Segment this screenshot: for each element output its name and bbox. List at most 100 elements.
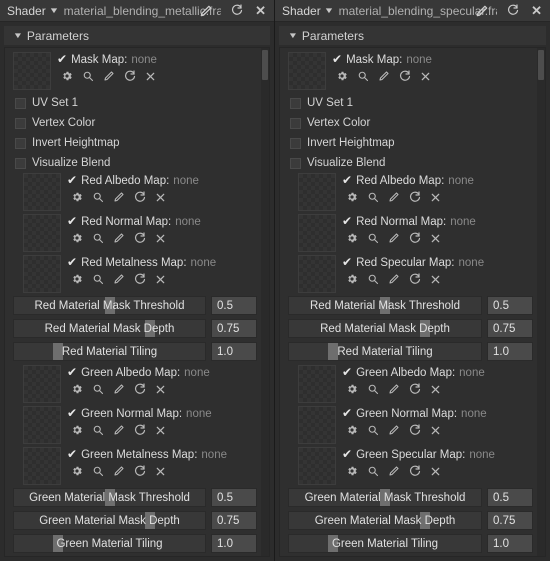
checkbox-box[interactable]	[290, 117, 301, 129]
pencil-icon[interactable]	[103, 70, 115, 82]
map-thumbnail[interactable]	[298, 447, 336, 485]
gear-icon[interactable]	[71, 232, 83, 244]
gear-icon[interactable]	[61, 70, 73, 82]
map-enabled-check[interactable]: ✔	[332, 53, 342, 65]
reload-icon[interactable]	[134, 383, 146, 395]
map-thumbnail[interactable]	[298, 173, 336, 211]
clear-icon[interactable]	[145, 71, 156, 82]
pencil-icon[interactable]	[388, 424, 400, 436]
slider-value-field[interactable]: 1.0	[211, 534, 257, 553]
slider-value-field[interactable]: 0.75	[211, 511, 257, 530]
chevron-down-icon[interactable]: ▼	[48, 6, 59, 15]
reload-icon[interactable]	[409, 424, 421, 436]
gear-icon[interactable]	[71, 383, 83, 395]
pencil-icon[interactable]	[113, 465, 125, 477]
map-thumbnail[interactable]	[23, 214, 61, 252]
search-icon[interactable]	[367, 383, 379, 395]
checkbox-box[interactable]	[290, 97, 301, 109]
reload-shader-icon[interactable]	[505, 3, 521, 18]
map-enabled-check[interactable]: ✔	[67, 407, 77, 419]
checkbox-box[interactable]	[290, 137, 301, 149]
search-icon[interactable]	[92, 191, 104, 203]
slider-track[interactable]: Red Material Mask Depth	[13, 319, 206, 338]
checkbox-row[interactable]: Vertex Color	[13, 113, 257, 133]
checkbox-box[interactable]	[15, 137, 26, 149]
reload-icon[interactable]	[409, 191, 421, 203]
slider-track[interactable]: Green Material Tiling	[288, 534, 482, 553]
gear-icon[interactable]	[71, 191, 83, 203]
triangle-down-icon[interactable]: ▼	[288, 31, 298, 40]
parameters-section-header[interactable]: ▼ Parameters	[279, 26, 546, 45]
clear-icon[interactable]	[430, 233, 441, 244]
checkbox-row[interactable]: Visualize Blend	[288, 153, 533, 173]
map-thumbnail[interactable]	[23, 255, 61, 293]
reload-icon[interactable]	[134, 273, 146, 285]
map-thumbnail[interactable]	[298, 214, 336, 252]
reload-icon[interactable]	[134, 191, 146, 203]
search-icon[interactable]	[92, 383, 104, 395]
pencil-icon[interactable]	[113, 191, 125, 203]
map-thumbnail[interactable]	[298, 406, 336, 444]
gear-icon[interactable]	[346, 424, 358, 436]
map-enabled-check[interactable]: ✔	[342, 366, 352, 378]
pencil-icon[interactable]	[388, 465, 400, 477]
map-enabled-check[interactable]: ✔	[342, 448, 352, 460]
map-thumbnail[interactable]	[298, 255, 336, 293]
reload-shader-icon[interactable]	[229, 3, 245, 18]
search-icon[interactable]	[357, 70, 369, 82]
parameters-section-header[interactable]: ▼ Parameters	[4, 26, 270, 45]
pencil-icon[interactable]	[388, 383, 400, 395]
pencil-icon[interactable]	[113, 232, 125, 244]
clear-icon[interactable]	[430, 384, 441, 395]
reload-icon[interactable]	[134, 232, 146, 244]
search-icon[interactable]	[367, 465, 379, 477]
checkbox-row[interactable]: Vertex Color	[288, 113, 533, 133]
gear-icon[interactable]	[71, 424, 83, 436]
clear-icon[interactable]	[155, 425, 166, 436]
search-icon[interactable]	[367, 273, 379, 285]
reload-icon[interactable]	[124, 70, 136, 82]
checkbox-box[interactable]	[15, 117, 26, 129]
close-panel-button[interactable]: ✕	[249, 4, 269, 17]
vertical-scrollbar[interactable]	[537, 48, 545, 556]
search-icon[interactable]	[92, 465, 104, 477]
slider-value-field[interactable]: 0.5	[487, 296, 533, 315]
reload-icon[interactable]	[134, 465, 146, 477]
checkbox-box[interactable]	[15, 97, 26, 109]
clear-icon[interactable]	[430, 466, 441, 477]
reload-icon[interactable]	[409, 383, 421, 395]
map-enabled-check[interactable]: ✔	[67, 174, 77, 186]
map-enabled-check[interactable]: ✔	[342, 256, 352, 268]
checkbox-row[interactable]: Invert Heightmap	[13, 133, 257, 153]
gear-icon[interactable]	[336, 70, 348, 82]
slider-value-field[interactable]: 1.0	[487, 534, 533, 553]
checkbox-row[interactable]: Visualize Blend	[13, 153, 257, 173]
search-icon[interactable]	[367, 191, 379, 203]
clear-icon[interactable]	[155, 384, 166, 395]
gear-icon[interactable]	[346, 191, 358, 203]
search-icon[interactable]	[367, 232, 379, 244]
clear-icon[interactable]	[155, 233, 166, 244]
gear-icon[interactable]	[346, 383, 358, 395]
slider-track[interactable]: Red Material Tiling	[13, 342, 206, 361]
slider-track[interactable]: Green Material Mask Depth	[13, 511, 206, 530]
checkbox-row[interactable]: Invert Heightmap	[288, 133, 533, 153]
checkbox-box[interactable]	[290, 157, 301, 169]
search-icon[interactable]	[92, 273, 104, 285]
slider-value-field[interactable]: 0.5	[211, 488, 257, 507]
slider-track[interactable]: Green Material Mask Threshold	[288, 488, 482, 507]
map-enabled-check[interactable]: ✔	[67, 366, 77, 378]
slider-value-field[interactable]: 1.0	[211, 342, 257, 361]
reload-icon[interactable]	[399, 70, 411, 82]
slider-track[interactable]: Green Material Tiling	[13, 534, 206, 553]
slider-track[interactable]: Green Material Mask Threshold	[13, 488, 206, 507]
checkbox-row[interactable]: UV Set 1	[13, 93, 257, 113]
scrollbar-thumb[interactable]	[262, 50, 268, 80]
map-thumbnail[interactable]	[288, 52, 326, 90]
slider-value-field[interactable]: 0.75	[487, 511, 533, 530]
search-icon[interactable]	[92, 232, 104, 244]
map-thumbnail[interactable]	[298, 365, 336, 403]
gear-icon[interactable]	[346, 232, 358, 244]
map-enabled-check[interactable]: ✔	[342, 174, 352, 186]
slider-value-field[interactable]: 0.75	[487, 319, 533, 338]
